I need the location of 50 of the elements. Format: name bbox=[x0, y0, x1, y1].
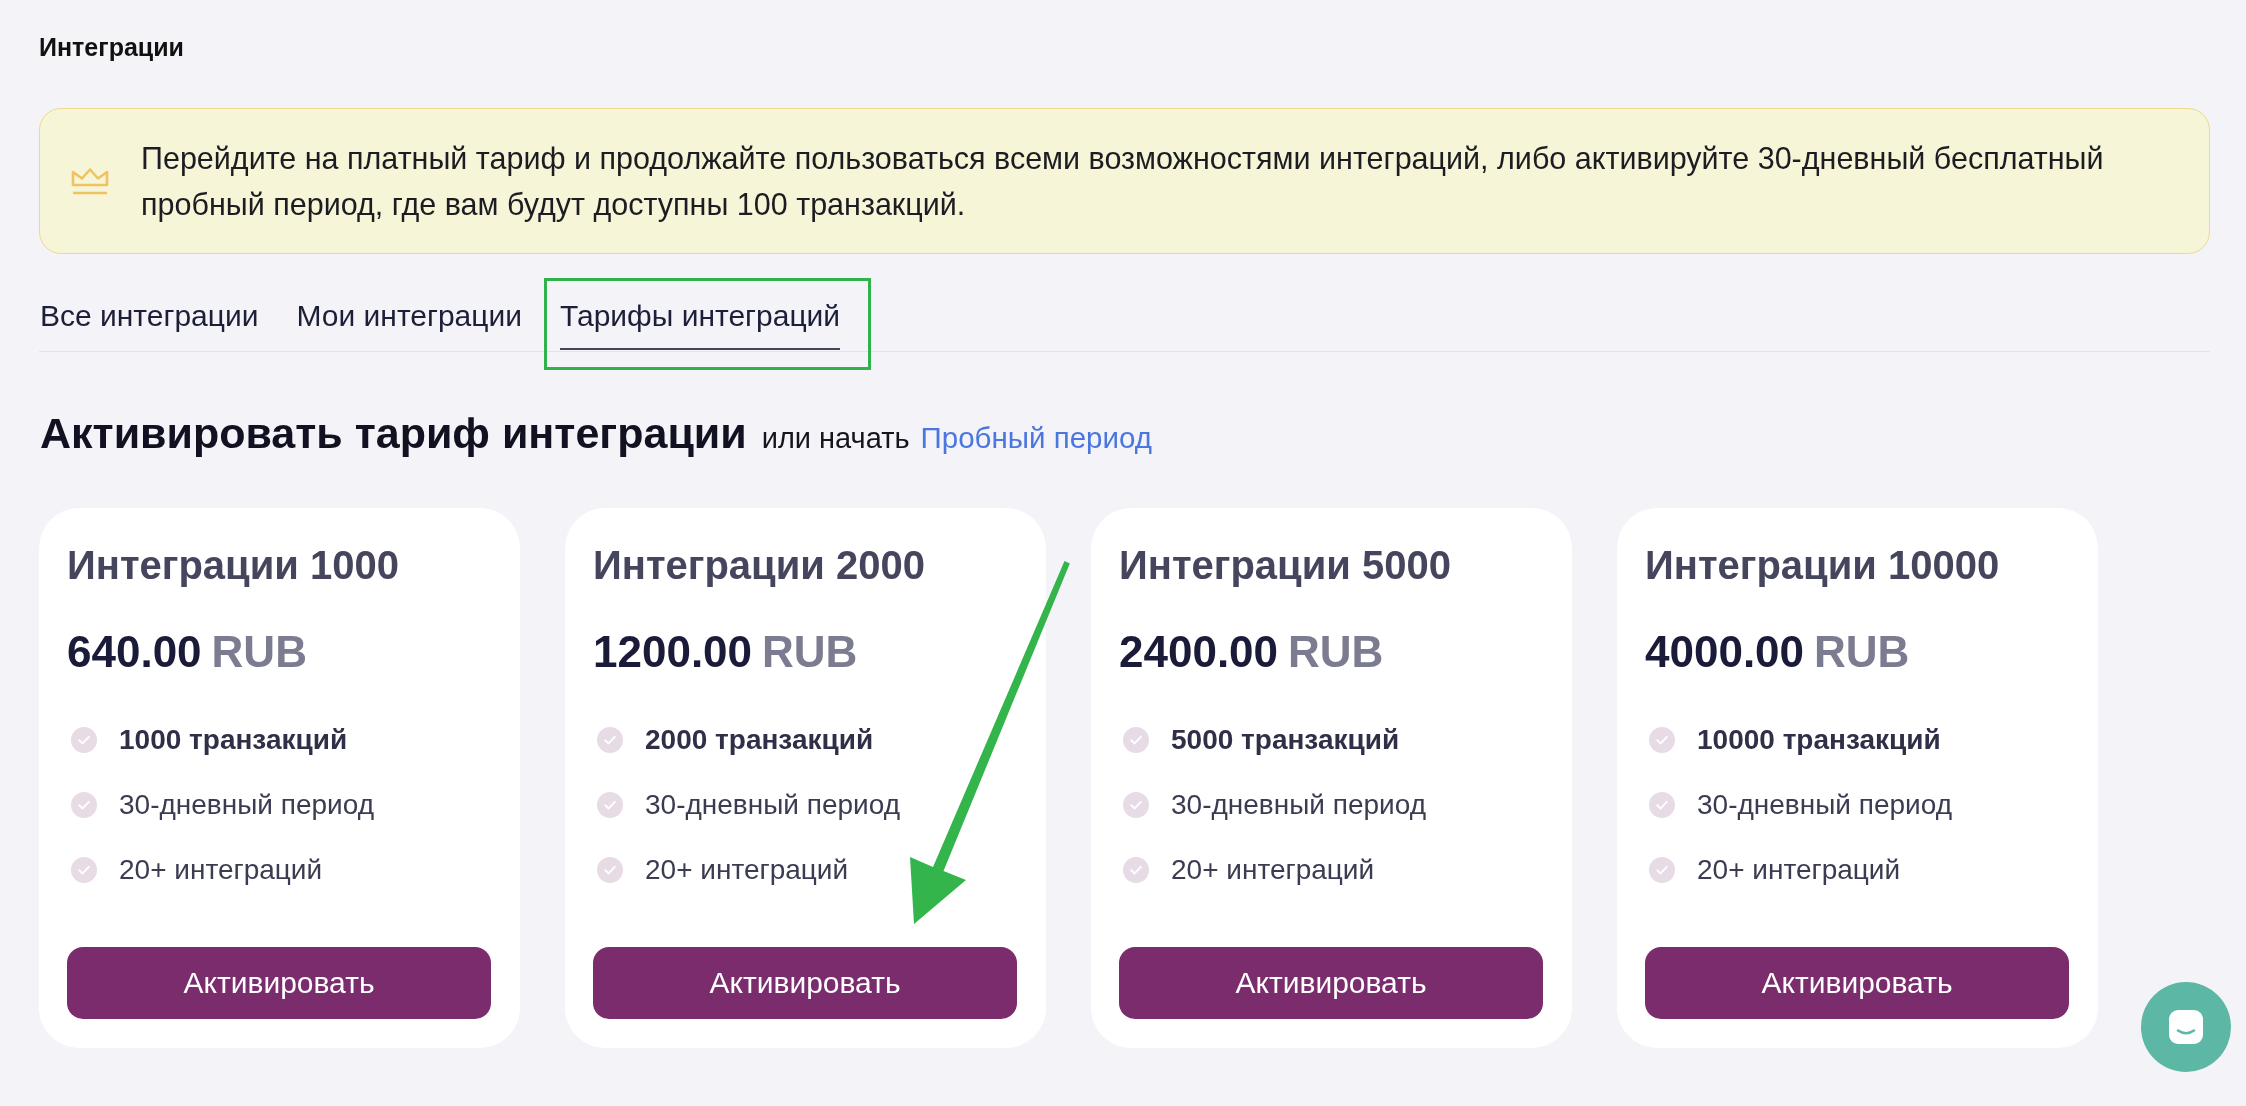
plan-price: 640.00 bbox=[67, 627, 202, 677]
check-icon bbox=[597, 857, 623, 883]
plan-price: 2400.00 bbox=[1119, 627, 1279, 677]
plan-price: 1200.00 bbox=[593, 627, 753, 677]
plan-name: Интеграции 2000 bbox=[593, 543, 925, 587]
check-icon bbox=[71, 727, 97, 753]
feature-text: 20+ интеграций bbox=[645, 853, 849, 887]
tab[interactable]: Все интеграции bbox=[40, 296, 259, 350]
activate-button[interactable]: Активировать bbox=[593, 947, 1017, 1019]
plan-price: 4000.00 bbox=[1645, 627, 1805, 677]
tab[interactable]: Мои интеграции bbox=[296, 296, 522, 350]
price-currency: RUB bbox=[1814, 627, 1910, 677]
activate-button[interactable]: Активировать bbox=[1645, 947, 2069, 1019]
feature-text: 30-дневный период bbox=[645, 788, 900, 822]
feature-text: 1000 транзакций bbox=[119, 723, 348, 757]
price-currency: RUB bbox=[1288, 627, 1384, 677]
check-icon bbox=[1649, 857, 1675, 883]
check-icon bbox=[1123, 857, 1149, 883]
plan-name: Интеграции 1000 bbox=[67, 543, 399, 587]
feature-text: 30-дневный период bbox=[119, 788, 374, 822]
activate-button[interactable]: Активировать bbox=[67, 947, 491, 1019]
check-icon bbox=[71, 857, 97, 883]
banner-text: Перейдите на платный тариф и продолжайте пользоваться всеми возможностями интеграций, либо активируйте 30-дневный бесплатный пробный период, где вам будут доступны 100 транзакций. bbox=[141, 140, 2105, 224]
feature-text: 2000 транзакций bbox=[645, 723, 874, 757]
check-icon bbox=[1123, 792, 1149, 818]
feature-text: 20+ интеграций bbox=[1697, 853, 1901, 887]
feature-text: 20+ интеграций bbox=[1171, 853, 1375, 887]
check-icon bbox=[597, 792, 623, 818]
check-icon bbox=[71, 792, 97, 818]
plan-name: Интеграции 10000 bbox=[1645, 543, 2000, 587]
section-heading: Активировать тариф интеграции bbox=[40, 408, 747, 459]
feature-text: 20+ интеграций bbox=[119, 853, 323, 887]
crown-icon bbox=[70, 166, 110, 196]
price-currency: RUB bbox=[762, 627, 858, 677]
check-icon bbox=[1123, 727, 1149, 753]
page-title: Интеграции bbox=[39, 33, 184, 61]
trial-link[interactable]: Пробный период bbox=[920, 421, 1152, 455]
feature-text: 5000 транзакций bbox=[1171, 723, 1400, 757]
activate-button[interactable]: Активировать bbox=[1119, 947, 1543, 1019]
tab[interactable]: Тарифы интеграций bbox=[560, 296, 841, 350]
plan-name: Интеграции 5000 bbox=[1119, 543, 1451, 587]
feature-text: 30-дневный период bbox=[1171, 788, 1426, 822]
feature-text: 10000 транзакций bbox=[1697, 723, 1941, 757]
check-icon bbox=[1649, 792, 1675, 818]
chat-icon bbox=[2168, 1009, 2204, 1045]
check-icon bbox=[597, 727, 623, 753]
section-subtext: или начать bbox=[761, 422, 910, 455]
feature-text: 30-дневный период bbox=[1697, 788, 1952, 822]
check-icon bbox=[1649, 727, 1675, 753]
price-currency: RUB bbox=[211, 627, 307, 677]
